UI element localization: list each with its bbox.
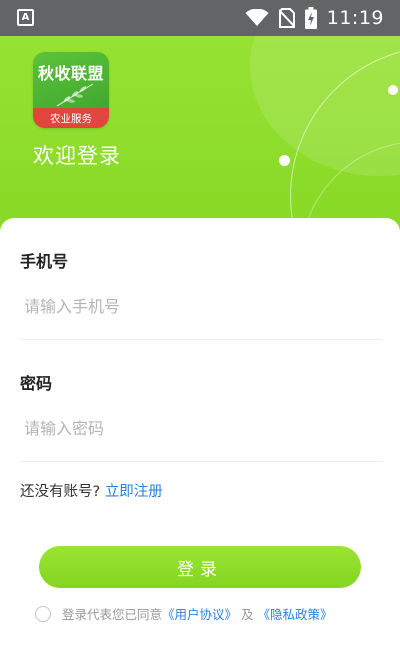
register-prompt: 还没有账号? [20, 484, 101, 500]
logo-subtitle: 农业服务 [50, 113, 92, 125]
no-sim-icon [278, 8, 295, 28]
user-agreement-link[interactable]: 《用户协议》 [162, 604, 237, 623]
app-notification-icon: A [17, 9, 34, 26]
decorative-dot [279, 155, 290, 166]
agreement-checkbox[interactable] [35, 605, 51, 622]
phone-input[interactable] [20, 286, 382, 326]
phone-divider [20, 339, 382, 340]
welcome-title: 欢迎登录 [33, 144, 121, 168]
phone-label: 手机号 [20, 252, 69, 271]
password-divider [20, 461, 382, 462]
wifi-icon [245, 9, 269, 26]
agreement-and: 及 [241, 607, 254, 622]
status-bar: A 11:19 [0, 0, 400, 36]
privacy-policy-link[interactable]: 《隐私政策》 [258, 604, 333, 623]
register-row: 还没有账号? 立即注册 [20, 480, 163, 501]
login-card: 手机号 密码 还没有账号? 立即注册 登录 登录代表您已同意 《用户协议》 及 … [0, 218, 400, 648]
password-label: 密码 [20, 374, 53, 393]
wheat-icon [56, 83, 94, 107]
status-icons: 11:19 [245, 0, 384, 36]
battery-charging-icon [304, 7, 317, 29]
app-logo: 秋收联盟 农业服务 [33, 52, 109, 128]
status-time: 11:19 [326, 7, 384, 29]
login-header: 秋收联盟 农业服务 欢迎登录 [0, 36, 400, 236]
register-link[interactable]: 立即注册 [105, 484, 163, 500]
login-button[interactable]: 登录 [39, 546, 361, 588]
decorative-dot [388, 85, 398, 95]
agreement-row: 登录代表您已同意 《用户协议》 及 《隐私政策》 [35, 604, 333, 623]
logo-title: 秋收联盟 [37, 64, 104, 83]
password-input[interactable] [20, 408, 382, 448]
agreement-prefix: 登录代表您已同意 [62, 607, 163, 622]
